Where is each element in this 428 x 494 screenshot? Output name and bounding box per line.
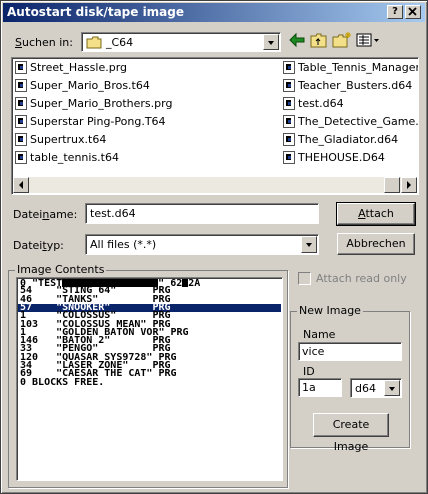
new-folder-icon	[332, 32, 351, 48]
filename-value: test.d64	[90, 207, 136, 220]
up-folder-button[interactable]	[309, 31, 331, 51]
view-menu-button[interactable]	[355, 31, 381, 51]
chevron-down-icon[interactable]	[384, 380, 400, 396]
file-name: The_Gladiator.d64	[298, 133, 399, 146]
name-value: vice	[302, 345, 325, 358]
file-item[interactable]: Street_Hassle.prg	[15, 60, 127, 76]
file-name: test.d64	[298, 97, 344, 110]
id-label: ID	[303, 365, 315, 378]
window-title: Autostart disk/tape image	[7, 5, 185, 19]
image-contents-label: Image Contents	[15, 263, 107, 276]
file-item[interactable]: Table_Tennis_Manager.d	[283, 60, 419, 76]
cancel-button[interactable]: Abbrechen	[337, 233, 415, 255]
image-type-combo[interactable]: d64	[350, 378, 402, 398]
directory-row[interactable]: 0 BLOCKS FREE.	[20, 377, 104, 387]
new-folder-button[interactable]	[331, 31, 353, 51]
look-in-combo[interactable]: _C64	[81, 32, 281, 52]
file-item[interactable]: Supertrux.t64	[15, 132, 106, 148]
file-name: Superstar Ping-Pong.T64	[30, 115, 166, 128]
close-icon	[408, 7, 417, 16]
create-image-button[interactable]: Create Image	[313, 413, 389, 453]
file-item[interactable]: test.d64	[283, 96, 344, 112]
horizontal-scrollbar[interactable]	[13, 177, 417, 193]
attach-readonly-label: Attach read only	[316, 272, 407, 285]
scroll-right-button[interactable]	[401, 177, 417, 193]
name-label: Name	[303, 328, 336, 341]
filename-input[interactable]: test.d64	[85, 203, 319, 224]
file-name: Super_Mario_Bros.t64	[30, 79, 150, 92]
chevron-right-icon	[407, 181, 411, 189]
dialog-window: Autostart disk/tape image ? Suchen in: _…	[0, 0, 428, 494]
look-in-value: _C64	[106, 36, 134, 49]
file-icon	[283, 97, 295, 110]
image-type-value: d64	[355, 382, 376, 395]
view-menu-icon	[356, 33, 379, 47]
id-value: 1a	[302, 381, 316, 394]
file-name: Teacher_Busters.d64	[298, 79, 413, 92]
file-item[interactable]: Superstar Ping-Pong.T64	[15, 114, 166, 130]
file-icon	[15, 133, 27, 146]
image-contents-list[interactable]: 0 "TEST " 62 2A 54 "STING 64" PRG 46 "TANKS…	[16, 277, 283, 481]
file-item[interactable]: Super_Mario_Bros.t64	[15, 78, 150, 94]
file-icon	[15, 97, 27, 110]
folder-icon	[86, 36, 102, 49]
file-icon	[15, 79, 27, 92]
file-name: Street_Hassle.prg	[30, 61, 128, 74]
attach-readonly-checkbox[interactable]	[298, 272, 311, 285]
filetype-value: All files (*.*)	[90, 238, 157, 251]
file-name: Table_Tennis_Manager.d	[298, 61, 419, 74]
chevron-down-icon[interactable]	[301, 236, 317, 253]
file-name: THEHOUSE.D64	[298, 151, 385, 164]
scroll-left-button[interactable]	[13, 177, 29, 193]
chevron-left-icon	[19, 181, 23, 189]
close-button[interactable]	[405, 5, 421, 19]
folder-up-icon	[310, 33, 327, 48]
filename-label: Dateiname:	[13, 208, 78, 221]
back-button[interactable]	[287, 31, 309, 51]
chevron-down-icon[interactable]	[263, 34, 279, 50]
file-list[interactable]: Street_Hassle.prg Super_Mario_Bros.t64 Sup…	[11, 57, 419, 195]
id-input[interactable]: 1a	[298, 378, 342, 397]
file-name: Super_Mario_Brothers.prg	[30, 97, 173, 110]
title-bar[interactable]: Autostart disk/tape image ?	[3, 3, 425, 22]
attach-button[interactable]: Attach	[336, 202, 416, 226]
file-icon	[283, 133, 295, 146]
arrow-left-icon	[289, 32, 305, 48]
file-name: Supertrux.t64	[30, 133, 107, 146]
file-icon	[15, 115, 27, 128]
new-image-label: New Image	[297, 304, 363, 317]
filetype-label: Dateityp:	[13, 239, 64, 252]
name-input[interactable]: vice	[298, 342, 402, 361]
look-in-label: Suchen in:	[15, 36, 73, 49]
file-icon	[283, 61, 295, 74]
filetype-combo[interactable]: All files (*.*)	[85, 234, 319, 255]
file-name: The_Detective_Game.prg	[298, 115, 419, 128]
file-item[interactable]: The_Detective_Game.prg	[283, 114, 419, 130]
file-icon	[283, 115, 295, 128]
file-item[interactable]: The_Gladiator.d64	[283, 132, 398, 148]
file-item[interactable]: Super_Mario_Brothers.prg	[15, 96, 172, 112]
file-item[interactable]: Teacher_Busters.d64	[283, 78, 412, 94]
file-icon	[283, 79, 295, 92]
file-icon	[15, 61, 27, 74]
help-button[interactable]: ?	[387, 5, 403, 19]
file-icon	[15, 151, 27, 164]
scroll-thumb[interactable]	[384, 177, 400, 193]
file-item[interactable]: table_tennis.t64	[15, 150, 119, 166]
file-item[interactable]: THEHOUSE.D64	[283, 150, 385, 166]
file-icon	[283, 151, 295, 164]
file-name: table_tennis.t64	[30, 151, 119, 164]
